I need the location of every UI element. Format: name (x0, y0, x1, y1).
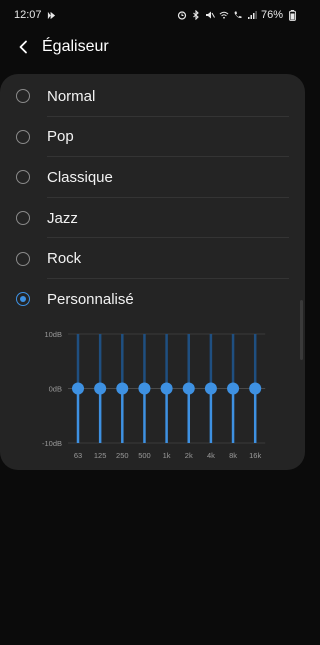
radio-button[interactable] (16, 170, 30, 185)
radio-button-selected[interactable] (16, 292, 30, 307)
eq-slider-knob[interactable] (94, 382, 107, 395)
chevron-left-icon (19, 40, 27, 54)
wifi-icon (219, 10, 229, 21)
eq-band-label: 500 (138, 451, 151, 460)
eq-y-tick-label: 0dB (49, 385, 62, 394)
preset-item-normal[interactable]: Normal (0, 76, 305, 117)
signal-icon (247, 10, 257, 21)
equalizer-chart: 10dB 0dB -10dB 63 125 250 500 1k 2k 4k 8k 16k (0, 326, 305, 466)
eq-band-label: 4k (207, 451, 215, 460)
eq-slider-knob[interactable] (160, 382, 173, 395)
eq-slider-knob[interactable] (116, 382, 129, 395)
preset-item-jazz[interactable]: Jazz (0, 198, 305, 239)
eq-band-label: 63 (74, 451, 82, 460)
radio-button[interactable] (16, 211, 30, 226)
eq-band-label: 1k (163, 451, 171, 460)
eq-band-label: 8k (229, 451, 237, 460)
status-bar: 12:07 76% (0, 0, 305, 30)
eq-y-tick-label: -10dB (42, 439, 62, 448)
status-left: 12:07 (14, 9, 57, 21)
preset-item-classique[interactable]: Classique (0, 157, 305, 198)
preset-item-personnalise[interactable]: Personnalisé (0, 279, 305, 320)
media-play-icon (47, 10, 57, 21)
preset-item-rock[interactable]: Rock (0, 238, 305, 279)
status-right: 76% (177, 9, 297, 21)
mute-icon (205, 10, 215, 21)
wifi-call-icon (233, 10, 243, 21)
radio-button[interactable] (16, 89, 30, 104)
equalizer-card: Normal Pop Classique Jazz Rock Personnal… (0, 74, 305, 470)
eq-band-label: 2k (185, 451, 193, 460)
preset-label: Rock (47, 250, 82, 268)
app-header: Égaliseur (0, 30, 305, 64)
eq-slider-knob[interactable] (138, 382, 151, 395)
eq-slider-knob[interactable] (227, 382, 240, 395)
eq-band-label: 125 (94, 451, 107, 460)
radio-button[interactable] (16, 129, 30, 144)
eq-slider-knob[interactable] (249, 382, 262, 395)
preset-label: Jazz (47, 209, 78, 227)
preset-list: Normal Pop Classique Jazz Rock Personnal… (0, 76, 305, 320)
page-title: Égaliseur (42, 38, 109, 55)
alarm-icon (177, 10, 187, 21)
eq-slider-knob[interactable] (204, 382, 217, 395)
battery-percent: 76% (260, 9, 283, 21)
preset-label: Normal (47, 87, 96, 105)
scroll-indicator[interactable] (300, 300, 303, 360)
status-time: 12:07 (14, 9, 42, 21)
preset-item-pop[interactable]: Pop (0, 117, 305, 158)
eq-y-tick-label: 10dB (44, 330, 62, 339)
back-button[interactable] (12, 36, 34, 58)
radio-button[interactable] (16, 251, 30, 266)
preset-label: Pop (47, 128, 74, 146)
eq-band-label: 16k (249, 451, 261, 460)
eq-band-label: 250 (116, 451, 129, 460)
eq-slider-knob[interactable] (72, 382, 84, 395)
preset-label: Classique (47, 168, 113, 186)
preset-label: Personnalisé (47, 290, 134, 308)
bluetooth-icon (191, 10, 201, 21)
eq-slider-knob[interactable] (182, 382, 195, 395)
equalizer-svg: 10dB 0dB -10dB 63 125 250 500 1k 2k 4k 8k 16k (42, 330, 266, 460)
battery-icon (287, 9, 297, 21)
